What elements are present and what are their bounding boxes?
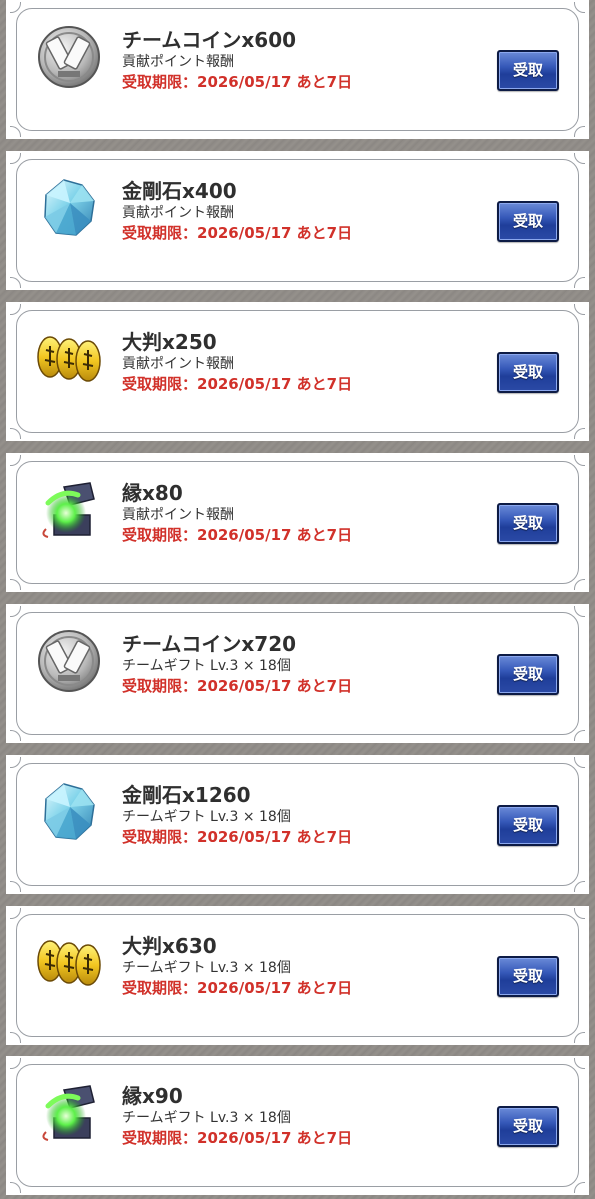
reward-title: 縁x80 bbox=[122, 481, 183, 505]
team-coin-icon bbox=[36, 628, 102, 694]
reward-deadline: 受取期限：2026/05/17 あと7日 bbox=[122, 1129, 353, 1147]
reward-source: 貢献ポイント報酬 bbox=[122, 54, 234, 70]
reward-source: 貢献ポイント報酬 bbox=[122, 507, 234, 523]
reward-title: 金剛石x1260 bbox=[122, 783, 251, 807]
team-coin-icon bbox=[36, 24, 102, 90]
receive-button[interactable]: 受取 bbox=[497, 956, 559, 997]
reward-row: 縁x90 チームギフト Lv.3 × 18個 受取期限：2026/05/17 あ… bbox=[6, 1056, 589, 1195]
reward-row: 金剛石x1260 チームギフト Lv.3 × 18個 受取期限：2026/05/… bbox=[6, 755, 589, 894]
reward-row: チームコインx720 チームギフト Lv.3 × 18個 受取期限：2026/0… bbox=[6, 604, 589, 743]
reward-title: 大判x250 bbox=[122, 330, 217, 354]
diamond-icon bbox=[36, 175, 102, 241]
reward-title: チームコインx720 bbox=[122, 632, 297, 656]
diamond-icon bbox=[36, 779, 102, 845]
reward-row: チームコインx600 貢献ポイント報酬 受取期限：2026/05/17 あと7日… bbox=[6, 0, 589, 139]
receive-button[interactable]: 受取 bbox=[497, 50, 559, 91]
receive-button[interactable]: 受取 bbox=[497, 201, 559, 242]
reward-source: チームギフト Lv.3 × 18個 bbox=[122, 809, 291, 825]
reward-source: チームギフト Lv.3 × 18個 bbox=[122, 1110, 291, 1126]
reward-list: チームコインx600 貢献ポイント報酬 受取期限：2026/05/17 あと7日… bbox=[0, 0, 595, 1199]
receive-button[interactable]: 受取 bbox=[497, 352, 559, 393]
reward-deadline: 受取期限：2026/05/17 あと7日 bbox=[122, 375, 353, 393]
reward-source: 貢献ポイント報酬 bbox=[122, 356, 234, 372]
reward-row: 縁x80 貢献ポイント報酬 受取期限：2026/05/17 あと7日 受取 bbox=[6, 453, 589, 592]
reward-source: チームギフト Lv.3 × 18個 bbox=[122, 960, 291, 976]
reward-deadline: 受取期限：2026/05/17 あと7日 bbox=[122, 828, 353, 846]
receive-button[interactable]: 受取 bbox=[497, 654, 559, 695]
en-box-icon bbox=[36, 477, 102, 543]
reward-source: 貢献ポイント報酬 bbox=[122, 205, 234, 221]
reward-deadline: 受取期限：2026/05/17 あと7日 bbox=[122, 526, 353, 544]
reward-row: 大判x250 貢献ポイント報酬 受取期限：2026/05/17 あと7日 受取 bbox=[6, 302, 589, 441]
reward-row: 金剛石x400 貢献ポイント報酬 受取期限：2026/05/17 あと7日 受取 bbox=[6, 151, 589, 290]
reward-deadline: 受取期限：2026/05/17 あと7日 bbox=[122, 224, 353, 242]
gold-oban-icon bbox=[36, 930, 102, 996]
reward-title: 大判x630 bbox=[122, 934, 217, 958]
receive-button[interactable]: 受取 bbox=[497, 805, 559, 846]
gold-oban-icon bbox=[36, 326, 102, 392]
receive-button[interactable]: 受取 bbox=[497, 503, 559, 544]
reward-title: 金剛石x400 bbox=[122, 179, 237, 203]
en-box-icon bbox=[36, 1080, 102, 1146]
reward-source: チームギフト Lv.3 × 18個 bbox=[122, 658, 291, 674]
reward-title: 縁x90 bbox=[122, 1084, 183, 1108]
receive-button[interactable]: 受取 bbox=[497, 1106, 559, 1147]
reward-title: チームコインx600 bbox=[122, 28, 297, 52]
reward-deadline: 受取期限：2026/05/17 あと7日 bbox=[122, 979, 353, 997]
reward-row: 大判x630 チームギフト Lv.3 × 18個 受取期限：2026/05/17… bbox=[6, 906, 589, 1045]
reward-deadline: 受取期限：2026/05/17 あと7日 bbox=[122, 73, 353, 91]
reward-deadline: 受取期限：2026/05/17 あと7日 bbox=[122, 677, 353, 695]
